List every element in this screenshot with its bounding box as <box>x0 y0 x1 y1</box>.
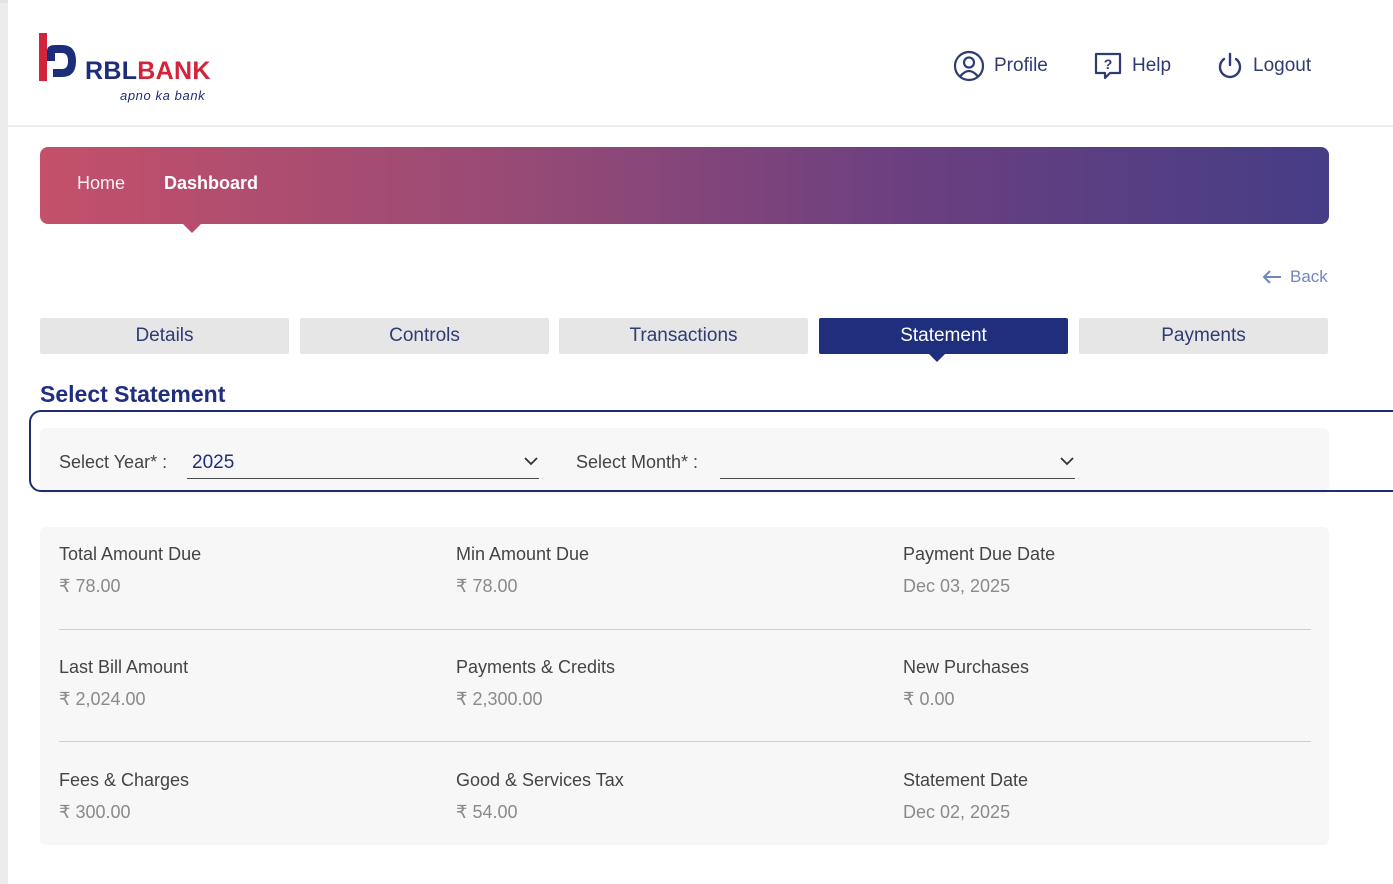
new-purchases-label: New Purchases <box>903 657 1030 677</box>
gst-value: ₹ 54.00 <box>456 802 518 822</box>
payment-due-date-value: Dec 03, 2025 <box>903 576 1011 596</box>
svg-text:?: ? <box>1104 56 1113 72</box>
new-purchases-value: ₹ 0.00 <box>903 689 955 709</box>
payments-credits-label: Payments & Credits <box>456 657 616 677</box>
tab-controls[interactable]: Controls <box>300 318 549 354</box>
header: RBLBANK apno ka bank Profile ? Help Logo… <box>8 3 1393 127</box>
min-amount-due-label: Min Amount Due <box>456 544 590 564</box>
logout-link[interactable]: Logout <box>1215 50 1311 82</box>
brand-name: RBLBANK <box>85 57 211 85</box>
arrow-left-icon <box>1262 270 1281 284</box>
tab-transactions[interactable]: Transactions <box>559 318 808 354</box>
back-link[interactable]: Back <box>1262 267 1328 287</box>
profile-icon <box>953 50 985 82</box>
page: RBLBANK apno ka bank Profile ? Help Logo… <box>8 0 1393 884</box>
brand-tagline: apno ka bank <box>120 88 206 103</box>
logout-label: Logout <box>1253 55 1312 76</box>
profile-link[interactable]: Profile <box>952 50 1048 82</box>
tab-details[interactable]: Details <box>40 318 289 354</box>
fees-charges-label: Fees & Charges <box>59 770 190 790</box>
rbl-bank-logo[interactable]: RBLBANK apno ka bank <box>38 31 228 111</box>
help-icon: ? <box>1094 52 1122 80</box>
statement-summary-card <box>40 527 1329 845</box>
breadcrumb-pointer <box>183 224 201 233</box>
power-icon <box>1218 52 1242 79</box>
section-title: Select Statement <box>40 381 226 407</box>
breadcrumb-home[interactable]: Home <box>77 173 125 194</box>
selector-highlight-box <box>29 410 1393 492</box>
profile-label: Profile <box>994 55 1048 76</box>
help-link[interactable]: ? Help <box>1092 50 1171 82</box>
breadcrumb-dashboard[interactable]: Dashboard <box>164 173 258 194</box>
brand-name-rbl: RBL <box>85 57 138 85</box>
divider <box>59 629 1311 630</box>
brand-name-bank: BANK <box>137 57 211 85</box>
statement-date-label: Statement Date <box>903 770 1029 790</box>
fees-charges-value: ₹ 300.00 <box>59 802 131 822</box>
back-label: Back <box>1290 267 1328 286</box>
tab-statement[interactable]: Statement <box>819 318 1068 354</box>
total-amount-due-label: Total Amount Due <box>59 544 202 564</box>
tab-payments[interactable]: Payments <box>1079 318 1328 354</box>
active-tab-pointer <box>929 354 945 362</box>
payment-due-date-label: Payment Due Date <box>903 544 1056 564</box>
payments-credits-value: ₹ 2,300.00 <box>456 689 543 709</box>
last-bill-amount-label: Last Bill Amount <box>59 657 189 677</box>
rbl-logo-mark-icon <box>39 33 76 81</box>
divider <box>59 741 1311 742</box>
gst-label: Good & Services Tax <box>456 770 624 790</box>
min-amount-due-value: ₹ 78.00 <box>456 576 518 596</box>
total-amount-due-value: ₹ 78.00 <box>59 576 121 596</box>
help-label: Help <box>1132 55 1172 76</box>
breadcrumb-banner: Home Dashboard <box>40 147 1329 233</box>
statement-date-value: Dec 02, 2025 <box>903 802 1011 822</box>
last-bill-amount-value: ₹ 2,024.00 <box>59 689 146 709</box>
